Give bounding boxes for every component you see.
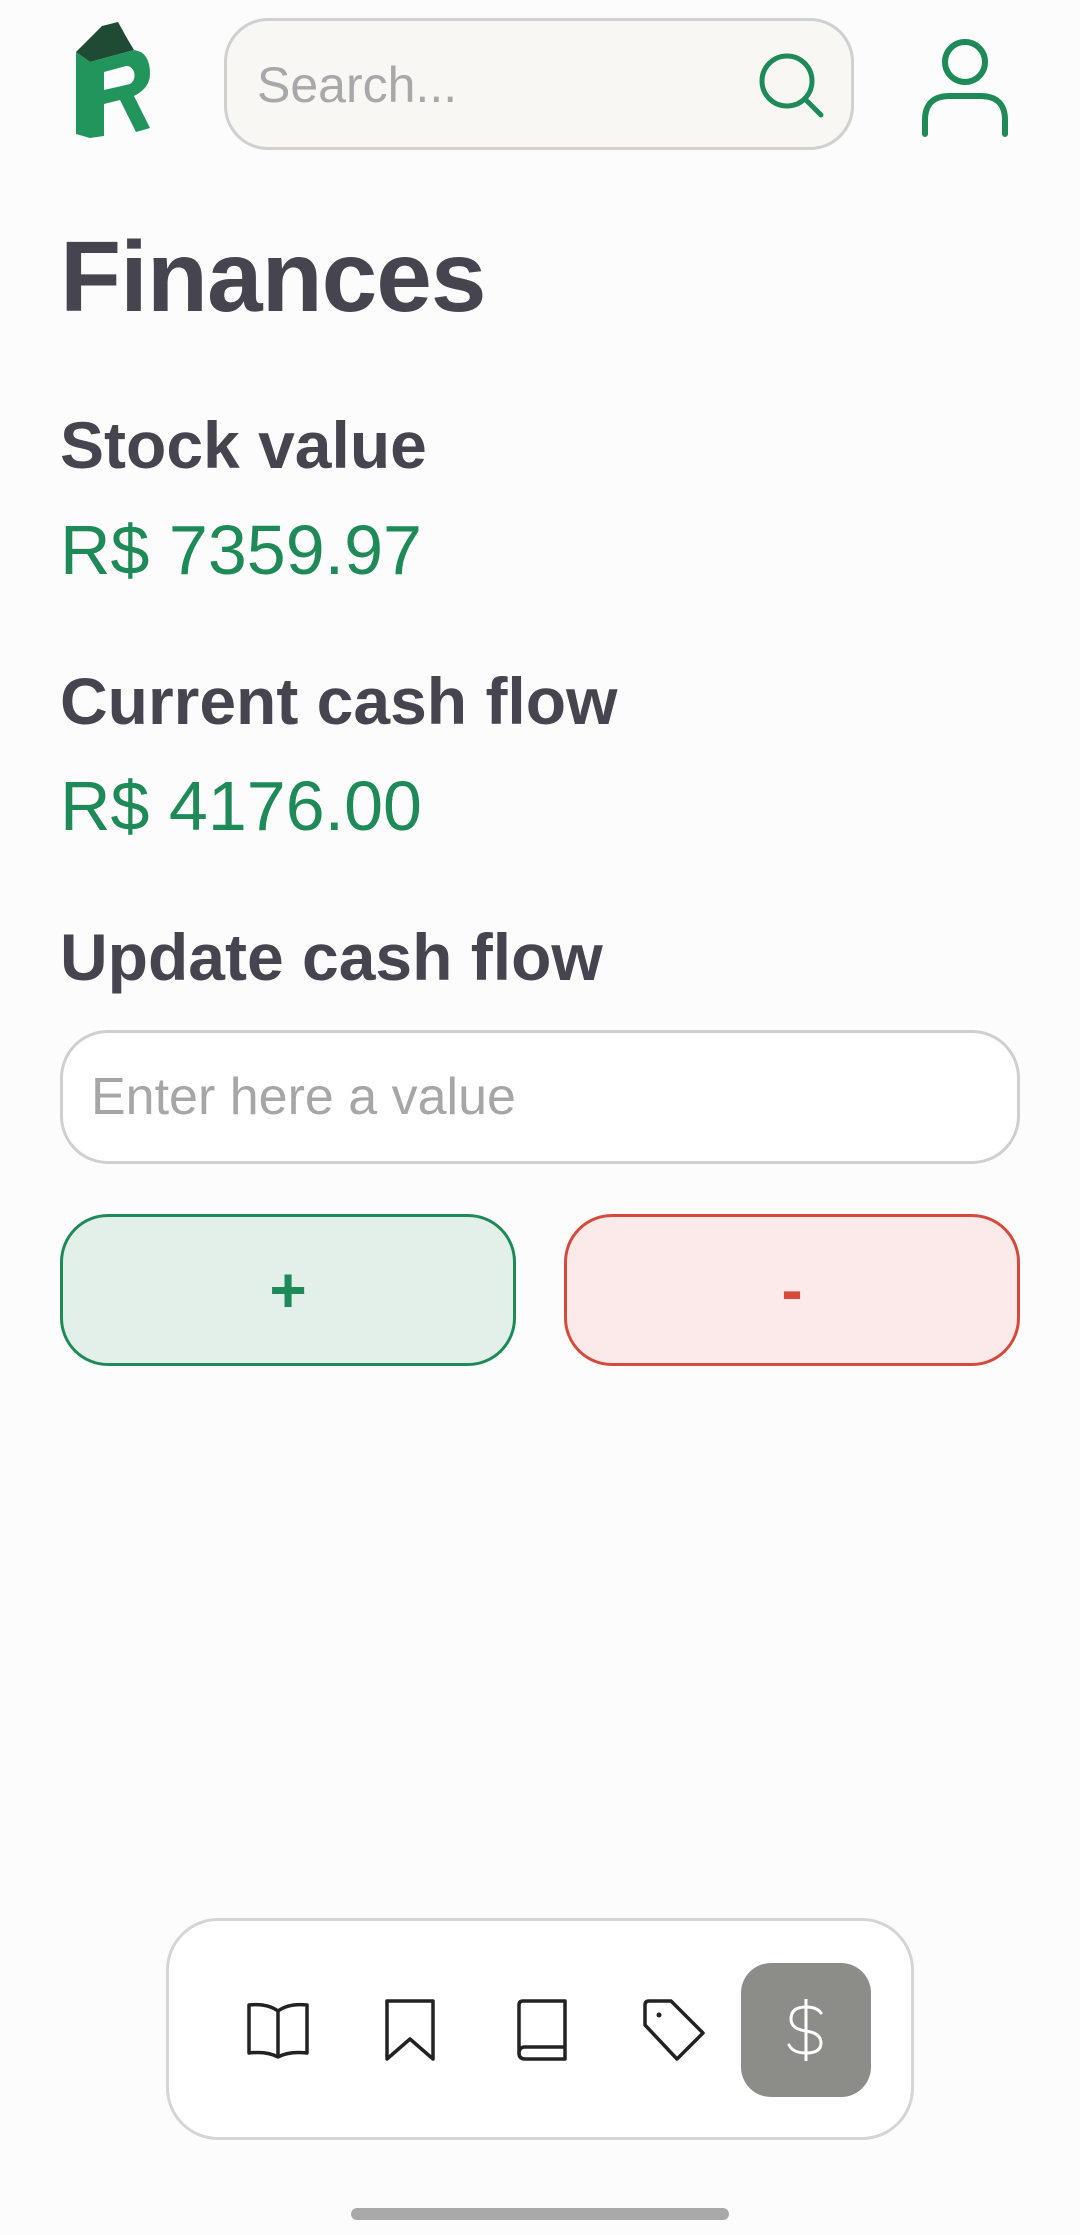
tag-icon: [643, 1999, 705, 2061]
update-cash-flow-label: Update cash flow: [60, 920, 603, 994]
subtract-cash-button[interactable]: -: [564, 1214, 1020, 1366]
bottom-nav: [166, 1918, 914, 2140]
add-cash-button[interactable]: +: [60, 1214, 516, 1366]
bookmark-icon: [385, 1999, 435, 2061]
page-title: Finances: [60, 221, 486, 333]
book-open-icon: [247, 2002, 309, 2059]
search-bar[interactable]: [224, 18, 854, 150]
dollar-icon: [787, 1999, 823, 2061]
nav-item-library[interactable]: [213, 1963, 343, 2097]
nav-item-saved[interactable]: [345, 1963, 475, 2097]
search-icon[interactable]: [755, 49, 827, 121]
nav-item-books[interactable]: [477, 1963, 607, 2097]
app-logo-icon[interactable]: [72, 22, 152, 142]
book-icon: [517, 1999, 567, 2061]
stock-value-label: Stock value: [60, 408, 427, 482]
nav-item-tags[interactable]: [609, 1963, 739, 2097]
cash-flow-value-input[interactable]: [60, 1030, 1020, 1164]
cash-flow-amount: R$ 4176.00: [60, 767, 422, 845]
nav-item-finances[interactable]: [741, 1963, 871, 2097]
stock-value-amount: R$ 7359.97: [60, 511, 422, 589]
search-input[interactable]: [255, 21, 729, 149]
cash-flow-label: Current cash flow: [60, 664, 618, 738]
user-profile-icon[interactable]: [920, 36, 1010, 140]
finances-screen: Finances Stock value R$ 7359.97 Current …: [0, 0, 1080, 2235]
home-indicator[interactable]: [351, 2208, 729, 2220]
top-bar: [0, 0, 1080, 160]
